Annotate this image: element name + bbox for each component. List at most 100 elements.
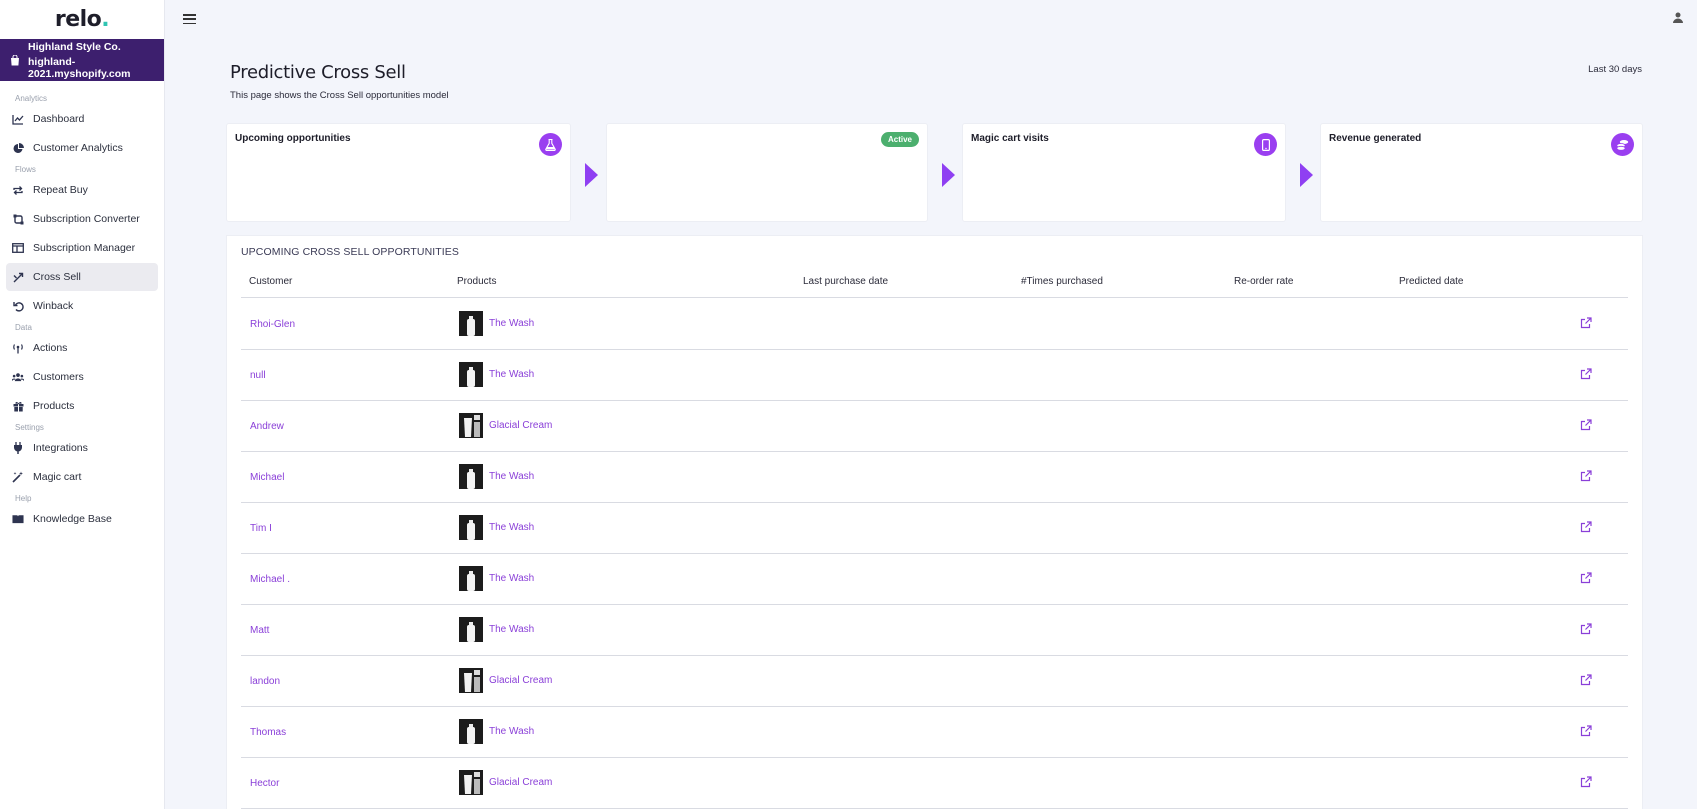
magic-wand-icon [12, 471, 24, 483]
arrow-right-icon [585, 163, 598, 187]
sidebar-item-label: Customer Analytics [33, 142, 123, 154]
store-domain: highland-2021.myshopify.com [28, 55, 131, 80]
col-reorder-rate[interactable]: Re-order rate [1234, 276, 1293, 287]
table-row: Tim I The Wash [241, 503, 1628, 554]
col-predicted-date[interactable]: Predicted date [1399, 276, 1464, 287]
table-title: UPCOMING CROSS SELL OPPORTUNITIES [241, 246, 460, 258]
customer-link[interactable]: Michael . [250, 574, 290, 585]
customer-link[interactable]: Matt [250, 625, 269, 636]
col-customer[interactable]: Customer [249, 276, 292, 287]
product-link[interactable]: Glacial Cream [489, 420, 552, 431]
product-thumbnail [459, 413, 483, 438]
sidebar-item-label: Magic cart [33, 471, 82, 483]
customer-link[interactable]: Andrew [250, 421, 284, 432]
sidebar-item-winback[interactable]: Winback [6, 292, 158, 320]
customer-link[interactable]: Michael [250, 472, 284, 483]
col-last-purchase-date[interactable]: Last purchase date [803, 276, 888, 287]
sidebar-item-integrations[interactable]: Integrations [6, 434, 158, 462]
sync-icon [12, 213, 24, 225]
sidebar-item-dashboard[interactable]: Dashboard [6, 105, 158, 133]
table-row: null The Wash [241, 350, 1628, 401]
page-subtitle: This page shows the Cross Sell opportuni… [230, 90, 449, 101]
sidebar-item-label: Knowledge Base [33, 513, 112, 525]
section-analytics: Analytics [15, 94, 48, 103]
table-row: landon Glacial Cream [241, 656, 1628, 707]
product-thumbnail [459, 770, 483, 795]
status-badge: Active [880, 132, 919, 147]
product-link[interactable]: The Wash [489, 573, 534, 584]
sidebar-item-knowledge-base[interactable]: Knowledge Base [6, 505, 158, 533]
sidebar-item-customers[interactable]: Customers [6, 363, 158, 391]
sidebar-item-products[interactable]: Products [6, 392, 158, 420]
product-link[interactable]: The Wash [489, 522, 534, 533]
sidebar-item-subscription-manager[interactable]: Subscription Manager [6, 234, 158, 262]
cross-sell-table-card: UPCOMING CROSS SELL OPPORTUNITIES Custom… [227, 236, 1642, 809]
product-thumbnail [459, 719, 483, 744]
external-link-icon[interactable] [1580, 368, 1592, 380]
customer-link[interactable]: Thomas [250, 727, 286, 738]
line-chart-icon [12, 113, 24, 125]
external-link-icon[interactable] [1580, 725, 1592, 737]
store-name: Highland Style Co. [28, 40, 121, 53]
product-thumbnail [459, 362, 483, 387]
date-range-selector[interactable]: Last 30 days [1588, 64, 1642, 75]
sidebar-item-label: Dashboard [33, 113, 85, 125]
product-link[interactable]: The Wash [489, 624, 534, 635]
user-icon[interactable] [1673, 12, 1683, 26]
external-link-icon[interactable] [1580, 572, 1592, 584]
funnel-cards: Upcoming opportunities Active Magic cart… [227, 124, 1642, 221]
mobile-icon [1254, 133, 1277, 156]
customer-link[interactable]: Tim I [250, 523, 272, 534]
external-link-icon[interactable] [1580, 674, 1592, 686]
product-thumbnail [459, 668, 483, 693]
product-thumbnail [459, 311, 483, 336]
gift-icon [12, 400, 24, 412]
pie-chart-icon [12, 142, 24, 154]
product-link[interactable]: Glacial Cream [489, 675, 552, 686]
product-thumbnail [459, 464, 483, 489]
customer-link[interactable]: Rhoi-Glen [250, 319, 295, 330]
product-link[interactable]: The Wash [489, 318, 534, 329]
hamburger-menu-icon[interactable] [183, 14, 196, 24]
external-link-icon[interactable] [1580, 776, 1592, 788]
undo-icon [12, 300, 24, 312]
product-link[interactable]: The Wash [489, 471, 534, 482]
section-flows: Flows [15, 165, 36, 174]
sidebar-item-customer-analytics[interactable]: Customer Analytics [6, 134, 158, 162]
product-link[interactable]: Glacial Cream [489, 777, 552, 788]
table-row: Hector Glacial Cream [241, 758, 1628, 809]
store-switcher[interactable]: Highland Style Co. highland-2021.myshopi… [0, 39, 164, 81]
col-times-purchased[interactable]: #Times purchased [1021, 276, 1103, 287]
card-title: Upcoming opportunities [235, 133, 351, 144]
external-link-icon[interactable] [1580, 317, 1592, 329]
sidebar-item-label: Subscription Manager [33, 242, 136, 254]
sidebar: relo. Highland Style Co. highland-2021.m… [0, 0, 165, 809]
product-link[interactable]: The Wash [489, 726, 534, 737]
customer-link[interactable]: null [250, 370, 266, 381]
external-link-icon[interactable] [1580, 419, 1592, 431]
sidebar-item-subscription-converter[interactable]: Subscription Converter [6, 205, 158, 233]
table-row: Michael . The Wash [241, 554, 1628, 605]
product-link[interactable]: The Wash [489, 369, 534, 380]
flask-icon [539, 133, 562, 156]
table-row: Thomas The Wash [241, 707, 1628, 758]
sidebar-item-label: Actions [33, 342, 68, 354]
sidebar-item-repeat-buy[interactable]: Repeat Buy [6, 176, 158, 204]
logo[interactable]: relo. [0, 0, 164, 39]
sidebar-nav: Analytics Dashboard Customer Analytics F… [0, 81, 164, 533]
page-title: Predictive Cross Sell [230, 62, 406, 83]
col-products[interactable]: Products [457, 276, 496, 287]
customer-link[interactable]: Hector [250, 778, 279, 789]
external-link-icon[interactable] [1580, 521, 1592, 533]
repeat-icon [12, 184, 24, 196]
card-upcoming-opportunities: Upcoming opportunities [227, 124, 570, 221]
users-icon [12, 371, 24, 383]
sidebar-item-actions[interactable]: Actions [6, 334, 158, 362]
section-help: Help [15, 494, 32, 503]
external-link-icon[interactable] [1580, 470, 1592, 482]
customer-link[interactable]: landon [250, 676, 280, 687]
external-link-icon[interactable] [1580, 623, 1592, 635]
sidebar-item-magic-cart[interactable]: Magic cart [6, 463, 158, 491]
sidebar-item-cross-sell[interactable]: Cross Sell [6, 263, 158, 291]
arrow-right-icon [942, 163, 955, 187]
